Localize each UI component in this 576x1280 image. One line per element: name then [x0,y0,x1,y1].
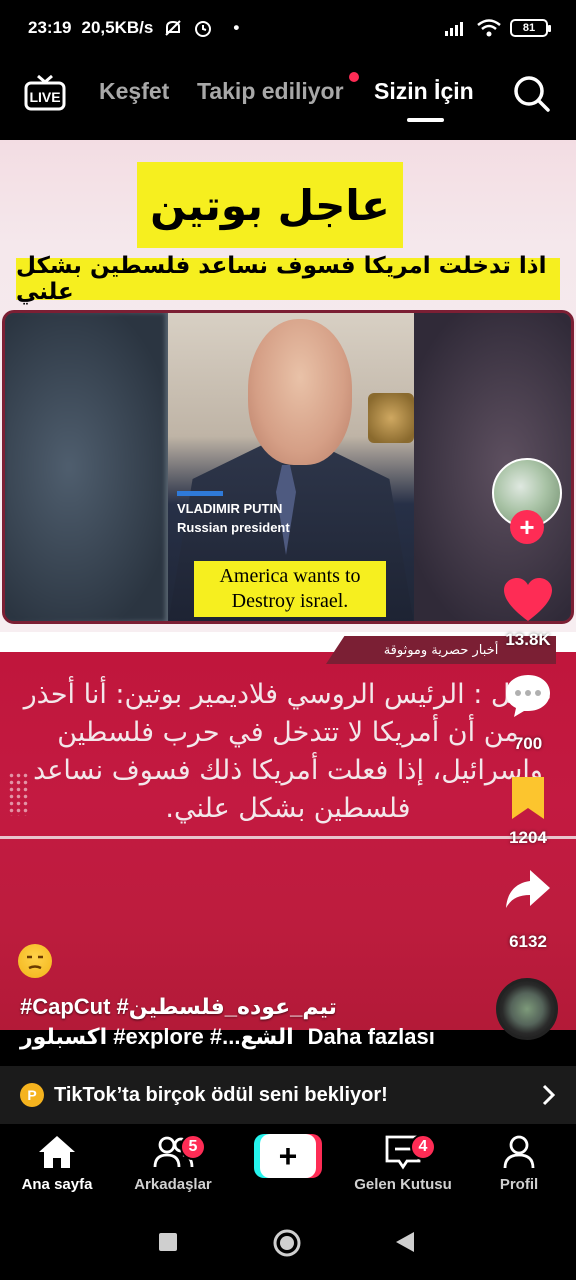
speaker-name: VLADIMIR PUTIN [177,501,283,516]
system-nav-bar [0,1210,576,1280]
bookmark-icon [512,777,544,819]
background-ornament [368,393,414,443]
create-button[interactable]: + [254,1134,322,1178]
home-system-button[interactable] [272,1228,302,1258]
profile-icon [503,1135,535,1169]
friends-badge: 5 [180,1134,206,1160]
status-network-speed: 20,5KB/s [81,18,154,37]
search-button[interactable] [512,74,552,114]
back-button[interactable] [394,1230,416,1254]
speaker-name-tag: VLADIMIR PUTIN Russian president [177,499,290,537]
plus-icon: + [260,1134,316,1178]
status-bar: 23:19 20,5KB/s • 81 [0,0,576,56]
caption-hashtags-2[interactable]: اكسبلور #explore #...الشع Daha fazlası [20,1024,435,1050]
quote-caption: America wants to Destroy israel. [194,561,386,617]
news-body-text: عاجل : الرئيس الروسي فلاديمير بوتين: أنا… [23,679,553,824]
mute-icon [165,20,182,36]
tab-sizin-icin[interactable]: Sizin İçin [374,78,474,105]
share-count: 6132 [509,932,547,951]
nav-home[interactable]: Ana sayfa [2,1132,112,1193]
name-tag-bar [177,491,223,496]
save-count: 1204 [509,828,547,847]
video-subline: اذا تدخلت امريكا فسوف نساعد فلسطين بشكل … [16,253,560,305]
nav-inbox[interactable]: Gelen Kutusu 4 [348,1132,458,1193]
caption-line-2[interactable]: اكسبلور #explore #...الشع [20,1024,294,1049]
video-headline: عاجل بوتين [137,162,403,248]
chevron-right-icon [542,1084,556,1106]
save-button[interactable] [500,772,556,824]
battery-icon: 81 [510,19,551,37]
coin-icon: P [20,1083,44,1107]
comment-icon [506,675,550,717]
share-arrow-icon [506,870,550,908]
alarm-icon [195,21,212,37]
nav-inbox-label: Gelen Kutusu [354,1176,452,1193]
action-column: + 13.8K 700 1204 6132 [486,456,570,1056]
like-count: 13.8K [505,630,551,649]
tab-takip-ediliyor[interactable]: Takip ediliyor [197,78,344,105]
comment-count: 700 [513,734,543,753]
unamused-face-emoji [18,944,52,978]
recents-button[interactable] [158,1232,178,1252]
reward-banner[interactable]: P TikTok’ta birçok ödül seni bekliyor! [0,1066,576,1124]
share-button[interactable] [500,864,556,916]
status-time: 23:19 [28,18,72,37]
caption-hashtags[interactable]: #CapCut #تيم_عوده_فلسطين [20,994,337,1020]
see-more-link[interactable]: Daha fazlası [308,1024,435,1049]
music-disc[interactable] [496,978,558,1040]
home-icon [39,1136,75,1168]
heart-icon [504,578,552,621]
speaker-face [248,319,352,465]
search-icon [514,76,550,112]
live-button[interactable]: LIVE [24,72,66,112]
active-tab-indicator [407,118,444,122]
nav-profile[interactable]: Profil [464,1132,574,1193]
status-dot: • [233,18,240,37]
bottom-nav: Ana sayfa Arkadaşlar 5 + Gelen Kutusu 4 … [0,1124,576,1210]
battery-level: 81 [522,22,536,34]
tab-kesfet[interactable]: Keşfet [99,78,169,105]
wifi-icon [477,19,501,37]
inbox-badge: 4 [410,1134,436,1160]
nav-home-label: Ana sayfa [21,1176,93,1193]
speaker-title: Russian president [177,520,290,535]
live-icon: LIVE [24,74,66,111]
live-label: LIVE [29,89,60,105]
nav-profile-label: Profil [499,1176,539,1193]
new-content-dot [349,72,359,82]
top-nav: LIVE Keşfet Takip ediliyor Sizin İçin [0,56,576,140]
signal-icon [445,22,463,36]
comment-button[interactable] [500,670,556,722]
photo-blur-left [5,313,165,621]
like-button[interactable] [500,574,556,626]
nav-friends[interactable]: Arkadaşlar 5 [118,1132,228,1193]
nav-friends-label: Arkadaşlar [134,1176,212,1193]
follow-button[interactable]: + [510,510,544,544]
reward-text: TikTok’ta birçok ödül seni bekliyor! [54,1083,388,1106]
